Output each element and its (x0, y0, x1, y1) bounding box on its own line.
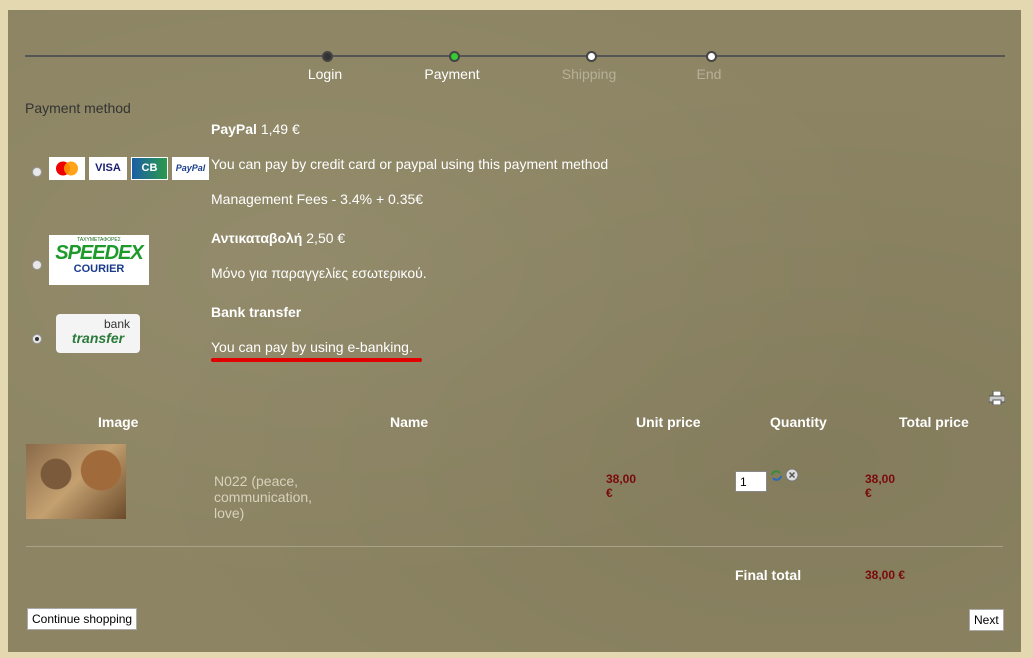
col-header-image: Image (98, 414, 139, 430)
paypal-name: PayPal (211, 121, 257, 137)
speedex-radio[interactable] (32, 260, 42, 270)
step-dot-login (322, 51, 333, 62)
progress-track (25, 55, 1005, 57)
speedex-price: 2,50 € (306, 230, 346, 246)
paypal-fees: Management Fees - 3.4% + 0.35€ (211, 191, 424, 207)
col-header-total-price: Total price (899, 414, 969, 430)
paypal-description: You can pay by credit card or paypal usi… (211, 156, 609, 172)
divider (26, 546, 1003, 547)
bank-transfer-name: Bank transfer (211, 304, 302, 320)
speedex-name: Αντικαταβολή (211, 230, 303, 246)
cb-logo: CB (131, 157, 168, 180)
speedex-logo: ΤΑΧΥΜΕΤΑΦΟΡΕΣ SPEEDEX COURIER (49, 235, 149, 285)
speedex-description: Μόνο για παραγγελίες εσωτερικού. (211, 265, 427, 281)
mastercard-logo (49, 157, 85, 180)
step-label-end: End (696, 66, 722, 82)
refresh-icon[interactable] (770, 469, 783, 482)
step-label-payment: Payment (424, 66, 480, 82)
product-name[interactable]: N022 (peace, communication, love) (214, 473, 312, 521)
paypal-radio[interactable] (32, 167, 42, 177)
print-icon[interactable] (988, 390, 1006, 406)
continue-shopping-button[interactable]: Continue shopping (27, 608, 138, 630)
paypal-logo: PayPal (172, 157, 209, 180)
col-header-quantity: Quantity (770, 414, 827, 430)
step-dot-payment (449, 51, 460, 62)
step-dot-shipping (586, 51, 597, 62)
final-total-label: Final total (735, 567, 802, 583)
final-total-value: 38,00 € (865, 568, 906, 582)
paypal-price: 1,49 € (260, 121, 300, 137)
bank-transfer-radio[interactable] (32, 334, 42, 344)
visa-logo: VISA (89, 157, 127, 180)
col-header-unit-price: Unit price (636, 414, 701, 430)
next-button[interactable]: Next (969, 609, 1004, 631)
bank-transfer-description: You can pay by using e-banking. (211, 339, 413, 355)
step-dot-end (706, 51, 717, 62)
col-header-name: Name (390, 414, 429, 430)
product-image[interactable] (26, 444, 126, 519)
unit-price: 38,00 € (606, 472, 637, 500)
step-label-login: Login (307, 66, 343, 82)
item-total-price: 38,00 € (865, 472, 896, 500)
payment-method-label: Payment method (25, 100, 131, 116)
highlight-underline (211, 358, 422, 362)
bank-transfer-logo: bank transfer (56, 314, 140, 353)
quantity-input[interactable] (735, 471, 767, 492)
checkout-panel: Login Payment Shipping End Payment metho… (8, 10, 1021, 652)
remove-icon[interactable] (785, 468, 799, 482)
step-label-shipping: Shipping (561, 66, 617, 82)
